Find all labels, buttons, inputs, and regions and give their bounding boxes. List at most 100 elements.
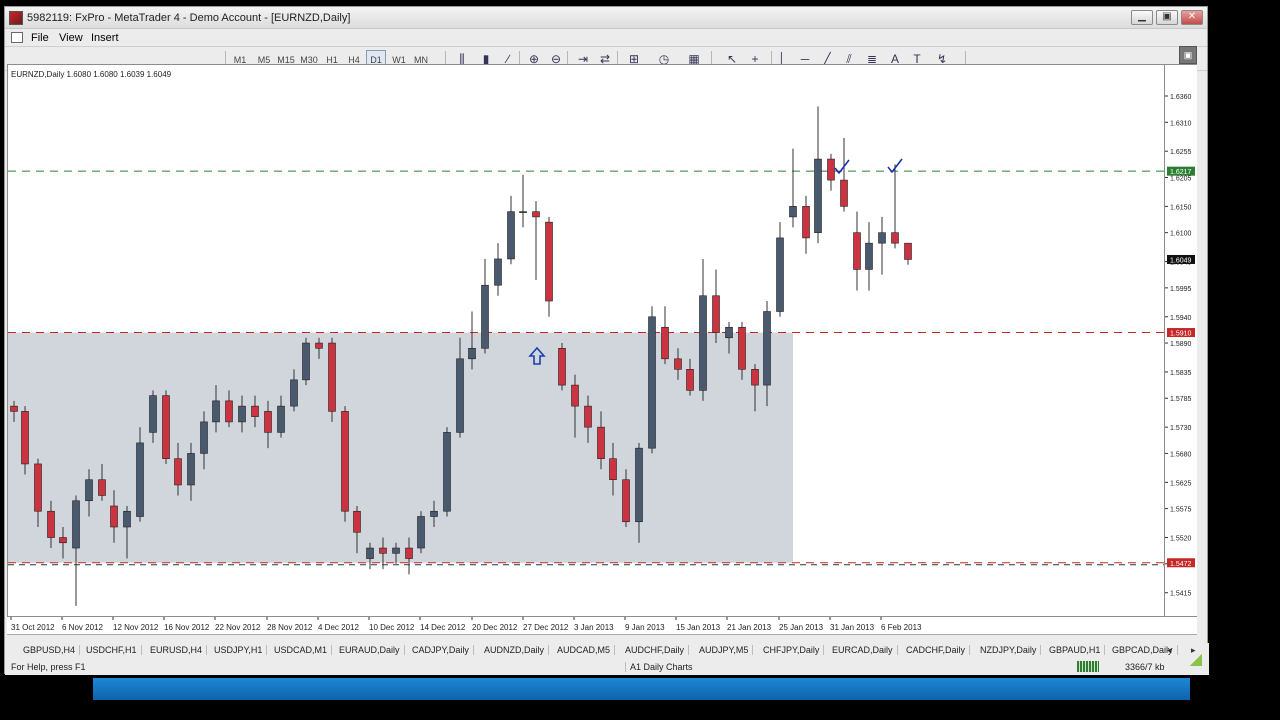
- candle-body[interactable]: [341, 411, 349, 512]
- candle-body[interactable]: [187, 453, 195, 486]
- chart-tab[interactable]: AUDCAD,M5: [553, 645, 616, 655]
- candle-body[interactable]: [468, 348, 476, 360]
- candle-body[interactable]: [290, 379, 298, 407]
- candle-body[interactable]: [200, 421, 208, 454]
- candle-body[interactable]: [635, 447, 643, 523]
- chart-tab[interactable]: NZDJPY,Daily: [976, 645, 1042, 655]
- candle-body[interactable]: [494, 258, 502, 286]
- menu-file[interactable]: File: [31, 32, 49, 44]
- candle-body[interactable]: [353, 510, 361, 533]
- resize-grip-icon[interactable]: [1190, 654, 1202, 666]
- chart-tab[interactable]: USDCAD,M1: [270, 645, 333, 655]
- candle-body[interactable]: [456, 358, 464, 433]
- menu-insert[interactable]: Insert: [91, 32, 119, 44]
- candle-body[interactable]: [725, 326, 733, 339]
- candle-body[interactable]: [392, 547, 400, 554]
- candle-body[interactable]: [162, 395, 170, 459]
- candle-body[interactable]: [149, 395, 157, 433]
- candle-body[interactable]: [519, 211, 527, 213]
- candle-body[interactable]: [264, 411, 272, 433]
- candle-body[interactable]: [123, 510, 131, 528]
- candle-body[interactable]: [302, 342, 310, 381]
- price-chart[interactable]: [8, 65, 1164, 616]
- chart-tab[interactable]: CADCHF,Daily: [902, 645, 971, 655]
- chart-tab[interactable]: CADJPY,Daily: [408, 645, 474, 655]
- candle-body[interactable]: [571, 384, 579, 407]
- chart-tab[interactable]: AUDNZD,Daily: [480, 645, 550, 655]
- candle-body[interactable]: [277, 405, 285, 433]
- candle-body[interactable]: [430, 510, 438, 517]
- candle-body[interactable]: [481, 284, 489, 349]
- date-tick-label: 28 Nov 2012: [267, 623, 313, 632]
- candle-body[interactable]: [827, 158, 835, 181]
- candle-body[interactable]: [674, 358, 682, 370]
- chart-window-icon[interactable]: [11, 32, 23, 43]
- candle-body[interactable]: [443, 432, 451, 512]
- candle-body[interactable]: [136, 442, 144, 517]
- chart-close-icon[interactable]: ▣: [1179, 46, 1197, 64]
- candle-body[interactable]: [251, 405, 259, 417]
- candle-body[interactable]: [558, 348, 566, 386]
- candle-body[interactable]: [507, 211, 515, 260]
- chart-area[interactable]: [7, 64, 1165, 617]
- candle-body[interactable]: [315, 342, 323, 349]
- candle-body[interactable]: [584, 405, 592, 428]
- candle-body[interactable]: [98, 479, 106, 496]
- chart-tab[interactable]: CHFJPY,Daily: [759, 645, 825, 655]
- minimize-button[interactable]: ▁: [1131, 10, 1153, 25]
- candle-body[interactable]: [545, 221, 553, 302]
- candle-body[interactable]: [878, 232, 886, 244]
- candle-body[interactable]: [212, 400, 220, 423]
- candle-body[interactable]: [738, 326, 746, 370]
- candle-body[interactable]: [776, 237, 784, 312]
- candle-body[interactable]: [34, 463, 42, 512]
- chart-tab[interactable]: AUDJPY,M5: [695, 645, 754, 655]
- candle-body[interactable]: [225, 400, 233, 423]
- candle-body[interactable]: [853, 232, 861, 270]
- candle-body[interactable]: [814, 158, 822, 233]
- candle-body[interactable]: [110, 505, 118, 528]
- candle-body[interactable]: [699, 295, 707, 391]
- candle-body[interactable]: [10, 405, 18, 412]
- candle-body[interactable]: [21, 411, 29, 465]
- candle-body[interactable]: [174, 458, 182, 486]
- chart-tab[interactable]: GBPCAD,Daily: [1108, 645, 1178, 655]
- maximize-button[interactable]: ▣: [1156, 10, 1178, 25]
- candle-body[interactable]: [379, 547, 387, 554]
- candle-body[interactable]: [366, 547, 374, 559]
- candle-body[interactable]: [405, 547, 413, 559]
- candle-body[interactable]: [865, 242, 873, 270]
- chart-tab[interactable]: USDJPY,H1: [210, 645, 268, 655]
- candle-body[interactable]: [72, 500, 80, 549]
- candle-body[interactable]: [328, 342, 336, 412]
- candle-body[interactable]: [751, 369, 759, 386]
- candle-body[interactable]: [648, 316, 656, 449]
- candle-body[interactable]: [661, 326, 669, 360]
- menu-view[interactable]: View: [59, 32, 83, 44]
- candle-body[interactable]: [891, 232, 899, 244]
- chart-tab[interactable]: EURUSD,H4: [146, 645, 208, 655]
- candle-body[interactable]: [417, 516, 425, 549]
- candle-body[interactable]: [47, 510, 55, 538]
- chart-tab[interactable]: EURCAD,Daily: [828, 645, 898, 655]
- chart-tab[interactable]: GBPAUD,H1: [1045, 645, 1106, 655]
- candle-body[interactable]: [763, 311, 771, 386]
- candle-body[interactable]: [840, 179, 848, 207]
- chart-tab[interactable]: GBPUSD,H4: [19, 645, 81, 655]
- candle-body[interactable]: [609, 458, 617, 481]
- candle-body[interactable]: [712, 295, 720, 333]
- candle-body[interactable]: [85, 479, 93, 502]
- candle-body[interactable]: [802, 206, 810, 239]
- chart-tab[interactable]: EURAUD,Daily: [335, 645, 405, 655]
- candle-body[interactable]: [59, 537, 67, 544]
- candle-body[interactable]: [597, 426, 605, 459]
- candle-body[interactable]: [532, 211, 540, 218]
- candle-body[interactable]: [686, 369, 694, 391]
- candle-body[interactable]: [622, 479, 630, 523]
- candle-body[interactable]: [789, 206, 797, 218]
- chart-tab[interactable]: AUDCHF,Daily: [621, 645, 690, 655]
- close-button[interactable]: ✕: [1181, 10, 1203, 25]
- chart-tab[interactable]: USDCHF,H1: [82, 645, 142, 655]
- candle-body[interactable]: [238, 405, 246, 423]
- candle-body[interactable]: [904, 242, 912, 260]
